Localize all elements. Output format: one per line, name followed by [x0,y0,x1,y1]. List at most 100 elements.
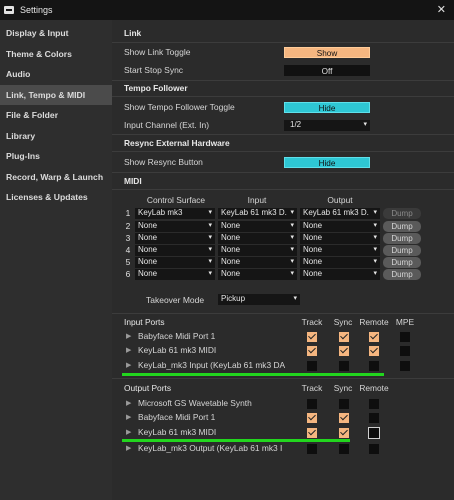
midi-input-select[interactable]: None [218,245,297,256]
expand-arrow-icon[interactable]: ▶ [126,346,131,354]
control-surface-select[interactable]: None [135,257,215,268]
input-mpe-checkbox[interactable] [400,332,410,342]
midi-output-select[interactable]: None [300,245,380,256]
midi-input-select[interactable]: KeyLab 61 mk3 D. [218,208,297,219]
divider [112,172,454,173]
output-sync-checkbox[interactable] [339,413,349,423]
dump-button[interactable]: Dump [383,221,421,232]
close-icon[interactable]: ✕ [437,3,446,16]
input-mpe-checkbox[interactable] [400,346,410,356]
midi-output-select[interactable]: KeyLab 61 mk3 D. [300,208,380,219]
output-port-row: ▶ KeyLab 61 mk3 MIDI [112,426,454,440]
dump-button[interactable]: Dump [383,233,421,244]
midi-output-select[interactable]: None [300,269,380,280]
control-surface-select[interactable]: None [135,233,215,244]
input-track-checkbox[interactable] [307,346,317,356]
output-port-name: Microsoft GS Wavetable Synth [138,398,252,408]
sidebar-item-link-tempo-midi[interactable]: Link, Tempo & MIDI [0,84,112,105]
output-ports-heading: Output Ports [124,383,172,393]
output-track-checkbox[interactable] [307,444,317,454]
input-header: Input [247,195,267,205]
output-remote-checkbox[interactable] [369,413,379,423]
output-remote-checkbox[interactable] [368,427,380,439]
input-sync-checkbox[interactable] [339,346,349,356]
resync-heading: Resync External Hardware [124,138,230,148]
sidebar-item-record-warp-launch[interactable]: Record, Warp & Launch [0,167,112,188]
sidebar-item-plug-ins[interactable]: Plug-Ins [0,146,112,167]
expand-arrow-icon[interactable]: ▶ [126,428,131,436]
midi-input-select[interactable]: None [218,257,297,268]
input-port-row: ▶ Babyface Midi Port 1 [112,330,454,344]
sidebar: Display & Input Theme & Colors Audio Lin… [0,20,112,500]
expand-arrow-icon[interactable]: ▶ [126,332,131,340]
midi-row-number: 2 [125,221,131,231]
input-port-name: Babyface Midi Port 1 [138,331,216,341]
show-resync-button[interactable]: Hide [284,157,370,168]
midi-output-select[interactable]: None [300,257,380,268]
input-remote-checkbox[interactable] [369,346,379,356]
input-remote-checkbox[interactable] [369,361,379,371]
expand-arrow-icon[interactable]: ▶ [126,444,131,452]
output-track-checkbox[interactable] [307,428,317,438]
control-surface-select[interactable]: None [135,221,215,232]
input-channel-select[interactable]: 1/2 [284,120,370,131]
dump-button[interactable]: Dump [383,245,421,256]
input-remote-checkbox[interactable] [369,332,379,342]
input-ports-heading: Input Ports [124,317,165,327]
input-port-name: KeyLab 61 mk3 MIDI [138,345,217,355]
output-sync-checkbox[interactable] [339,399,349,409]
sidebar-item-display-input[interactable]: Display & Input [0,23,112,44]
output-track-checkbox[interactable] [307,413,317,423]
input-mpe-checkbox[interactable] [400,361,410,371]
dump-button[interactable]: Dump [383,208,421,219]
output-sync-header: Sync [333,383,353,393]
window-title: Settings [20,5,53,15]
control-surface-select[interactable]: None [135,245,215,256]
output-remote-checkbox[interactable] [369,399,379,409]
input-track-header: Track [301,317,323,327]
start-stop-sync-label: Start Stop Sync [124,65,184,75]
takeover-mode-select[interactable]: Pickup [218,294,300,305]
expand-arrow-icon[interactable]: ▶ [126,399,131,407]
divider [112,134,454,135]
sidebar-item-library[interactable]: Library [0,126,112,147]
midi-input-select[interactable]: None [218,221,297,232]
midi-row-number: 3 [125,233,131,243]
output-track-checkbox[interactable] [307,399,317,409]
midi-output-select[interactable]: None [300,233,380,244]
control-surface-select[interactable]: KeyLab mk3 [135,208,215,219]
output-port-row: ▶ KeyLab_mk3 Output (KeyLab 61 mk3 I [112,442,454,456]
output-sync-checkbox[interactable] [339,444,349,454]
title-bar: Settings ✕ [0,0,454,20]
sidebar-item-theme-colors[interactable]: Theme & Colors [0,44,112,65]
input-port-row: ▶ KeyLab 61 mk3 MIDI [112,344,454,358]
tempo-follower-heading: Tempo Follower [124,83,188,93]
show-tempo-follower-label: Show Tempo Follower Toggle [124,102,235,112]
input-sync-checkbox[interactable] [339,332,349,342]
sidebar-item-file-folder[interactable]: File & Folder [0,105,112,126]
takeover-mode-label: Takeover Mode [146,295,205,305]
dump-button[interactable]: Dump [383,257,421,268]
input-track-checkbox[interactable] [307,361,317,371]
show-link-toggle-button[interactable]: Show [284,47,370,58]
output-sync-checkbox[interactable] [339,428,349,438]
app-icon [4,6,14,14]
expand-arrow-icon[interactable]: ▶ [126,413,131,421]
sidebar-item-audio[interactable]: Audio [0,64,112,85]
divider [112,378,454,379]
midi-output-select[interactable]: None [300,221,380,232]
output-remote-checkbox[interactable] [369,444,379,454]
input-port-row: ▶ KeyLab_mk3 Input (KeyLab 61 mk3 DA [112,359,454,373]
dump-button[interactable]: Dump [383,269,421,280]
midi-input-select[interactable]: None [218,233,297,244]
control-surface-select[interactable]: None [135,269,215,280]
start-stop-sync-button[interactable]: Off [284,65,370,76]
input-track-checkbox[interactable] [307,332,317,342]
show-tempo-follower-button[interactable]: Hide [284,102,370,113]
sidebar-item-licenses-updates[interactable]: Licenses & Updates [0,187,112,208]
midi-input-select[interactable]: None [218,269,297,280]
expand-arrow-icon[interactable]: ▶ [126,361,131,369]
link-heading: Link [124,28,142,38]
input-sync-checkbox[interactable] [339,361,349,371]
divider [112,189,454,190]
